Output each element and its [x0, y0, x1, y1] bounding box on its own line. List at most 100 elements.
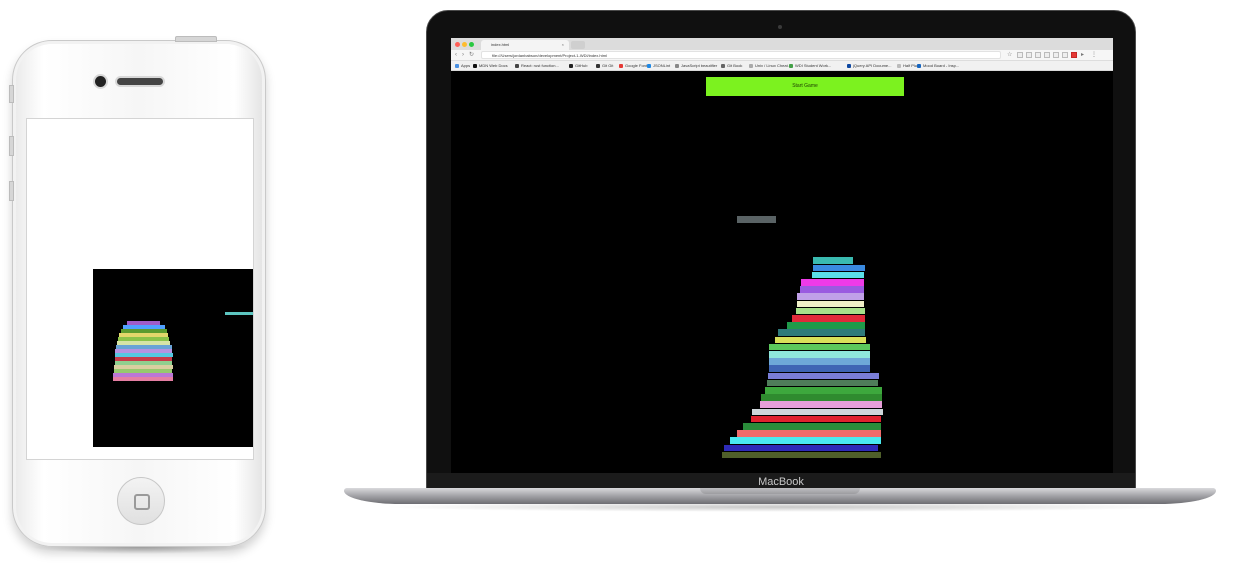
stacked-block [722, 451, 881, 459]
phone-volume-down [9, 181, 14, 201]
tab-close-icon[interactable]: × [562, 40, 564, 50]
extension-icon[interactable] [1017, 52, 1023, 58]
forward-icon[interactable]: › [462, 50, 464, 60]
tab-title: index.html [491, 42, 510, 47]
back-icon[interactable]: ‹ [455, 50, 457, 60]
home-square-icon [134, 494, 150, 510]
stacked-block [787, 322, 865, 329]
bookmark-item[interactable]: Git Book [721, 61, 742, 70]
phone-stacked-block [118, 337, 169, 341]
phone-speaker [117, 78, 163, 85]
stacked-block [775, 336, 866, 344]
phone-stacked-block [119, 333, 168, 337]
stacked-block [767, 379, 878, 387]
stacked-block [743, 423, 881, 430]
bookmark-favicon-icon [917, 64, 921, 68]
stacked-block [769, 351, 870, 358]
bookmark-favicon-icon [619, 64, 623, 68]
stacked-block [724, 444, 878, 452]
extension-icon[interactable] [1062, 52, 1068, 58]
phone-stacked-block [121, 329, 167, 333]
start-game-button[interactable]: Start Game [706, 77, 904, 96]
phone-stacked-block [117, 341, 170, 345]
new-tab-button[interactable] [571, 41, 585, 49]
bookmark-favicon-icon [455, 64, 459, 68]
bookmark-item[interactable]: GitHub [569, 61, 587, 70]
bookmark-item[interactable]: Mood Board - Insp... [917, 61, 959, 70]
cast-icon[interactable]: ▸ [1081, 50, 1084, 60]
phone-stacked-block [123, 325, 165, 329]
browser-tab-bar: index.html × [451, 38, 1113, 50]
stacked-block [751, 415, 881, 423]
bookmark-label: Git Git [602, 63, 614, 68]
phone-stacked-block [114, 365, 173, 369]
bookmark-label: jQuery API Docume... [853, 63, 892, 68]
stacked-block [765, 387, 882, 394]
minimize-window-icon[interactable] [462, 42, 467, 47]
bookmark-label: Apps [461, 63, 471, 68]
bookmark-label: JavaScript beautifier [681, 63, 718, 68]
extension-icon[interactable] [1044, 52, 1050, 58]
phone-mute-switch [9, 85, 14, 103]
extension-icon[interactable] [1035, 52, 1041, 58]
stacked-block [796, 307, 865, 315]
bookmark-label: MDN Web Docs [479, 63, 508, 68]
stacked-block [769, 365, 870, 372]
stacked-block [813, 257, 853, 264]
phone-screen [26, 118, 254, 460]
phone-volume-up [9, 136, 14, 156]
bookmark-label: Mood Board - Insp... [923, 63, 960, 68]
bookmarks-bar: Apps MDN Web Docs React: rust function... G… [451, 61, 1113, 71]
phone-home-button[interactable] [117, 477, 165, 525]
bookmark-item[interactable]: Half Plus [897, 61, 919, 70]
reload-icon[interactable]: ↻ [469, 50, 474, 60]
bookmark-item[interactable]: MDN Web Docs [473, 61, 508, 70]
close-window-icon[interactable] [455, 42, 460, 47]
bookmark-favicon-icon [596, 64, 600, 68]
stacked-block [769, 343, 870, 351]
phone-game-canvas[interactable] [93, 269, 253, 447]
bookmark-favicon-icon [473, 64, 477, 68]
maximize-window-icon[interactable] [469, 42, 474, 47]
bookmark-favicon-icon [847, 64, 851, 68]
extension-icon[interactable] [1026, 52, 1032, 58]
bookmark-label: Google Fonts [625, 63, 650, 68]
stacked-block [778, 329, 865, 336]
bookmark-item[interactable]: React: rust function... [515, 61, 559, 70]
bookmark-label: GitHub [575, 63, 588, 68]
phone-stacked-block [114, 369, 172, 373]
bookmark-item[interactable]: WDI Student Work... [789, 61, 831, 70]
bookmark-item[interactable]: JSONLint [647, 61, 670, 70]
address-bar[interactable]: file:///Users/jordanbabson/development/P… [481, 51, 1001, 59]
extension-icon[interactable] [1053, 52, 1059, 58]
extension-icon[interactable] [1071, 52, 1077, 58]
bookmark-item[interactable]: JavaScript beautifier [675, 61, 717, 70]
bookmark-favicon-icon [647, 64, 651, 68]
phone-moving-block [225, 312, 253, 315]
bookmark-item[interactable]: Google Fonts [619, 61, 649, 70]
bookmark-favicon-icon [721, 64, 725, 68]
bookmark-item[interactable]: Unix / Linux Cheat... [749, 61, 791, 70]
macbook-camera-icon [778, 25, 782, 29]
stacked-block [768, 372, 879, 380]
bookmark-item[interactable]: jQuery API Docume... [847, 61, 891, 70]
bookmark-star-icon[interactable]: ☆ [1007, 50, 1012, 60]
phone-stacked-block [116, 345, 172, 349]
phone-stacked-block [113, 373, 173, 377]
macbook-hinge-notch [700, 488, 860, 494]
menu-icon[interactable]: ⋮ [1091, 50, 1097, 60]
bookmark-item[interactable]: Apps [455, 61, 470, 70]
phone-stacked-block [113, 377, 173, 381]
phone-camera-icon [95, 76, 106, 87]
macbook-lid: index.html × ‹ › ↻ file:///Users/jordanb… [426, 10, 1136, 492]
game-area[interactable] [451, 98, 1113, 473]
bookmark-label: WDI Student Work... [795, 63, 832, 68]
phone-stacked-block [115, 353, 173, 357]
browser-tab[interactable]: index.html × [481, 40, 569, 50]
stacked-block [737, 430, 881, 437]
iphone-device [9, 36, 266, 547]
stacked-block [761, 394, 882, 401]
bookmark-favicon-icon [569, 64, 573, 68]
bookmark-item[interactable]: Git Git [596, 61, 613, 70]
stacked-block [797, 300, 864, 308]
